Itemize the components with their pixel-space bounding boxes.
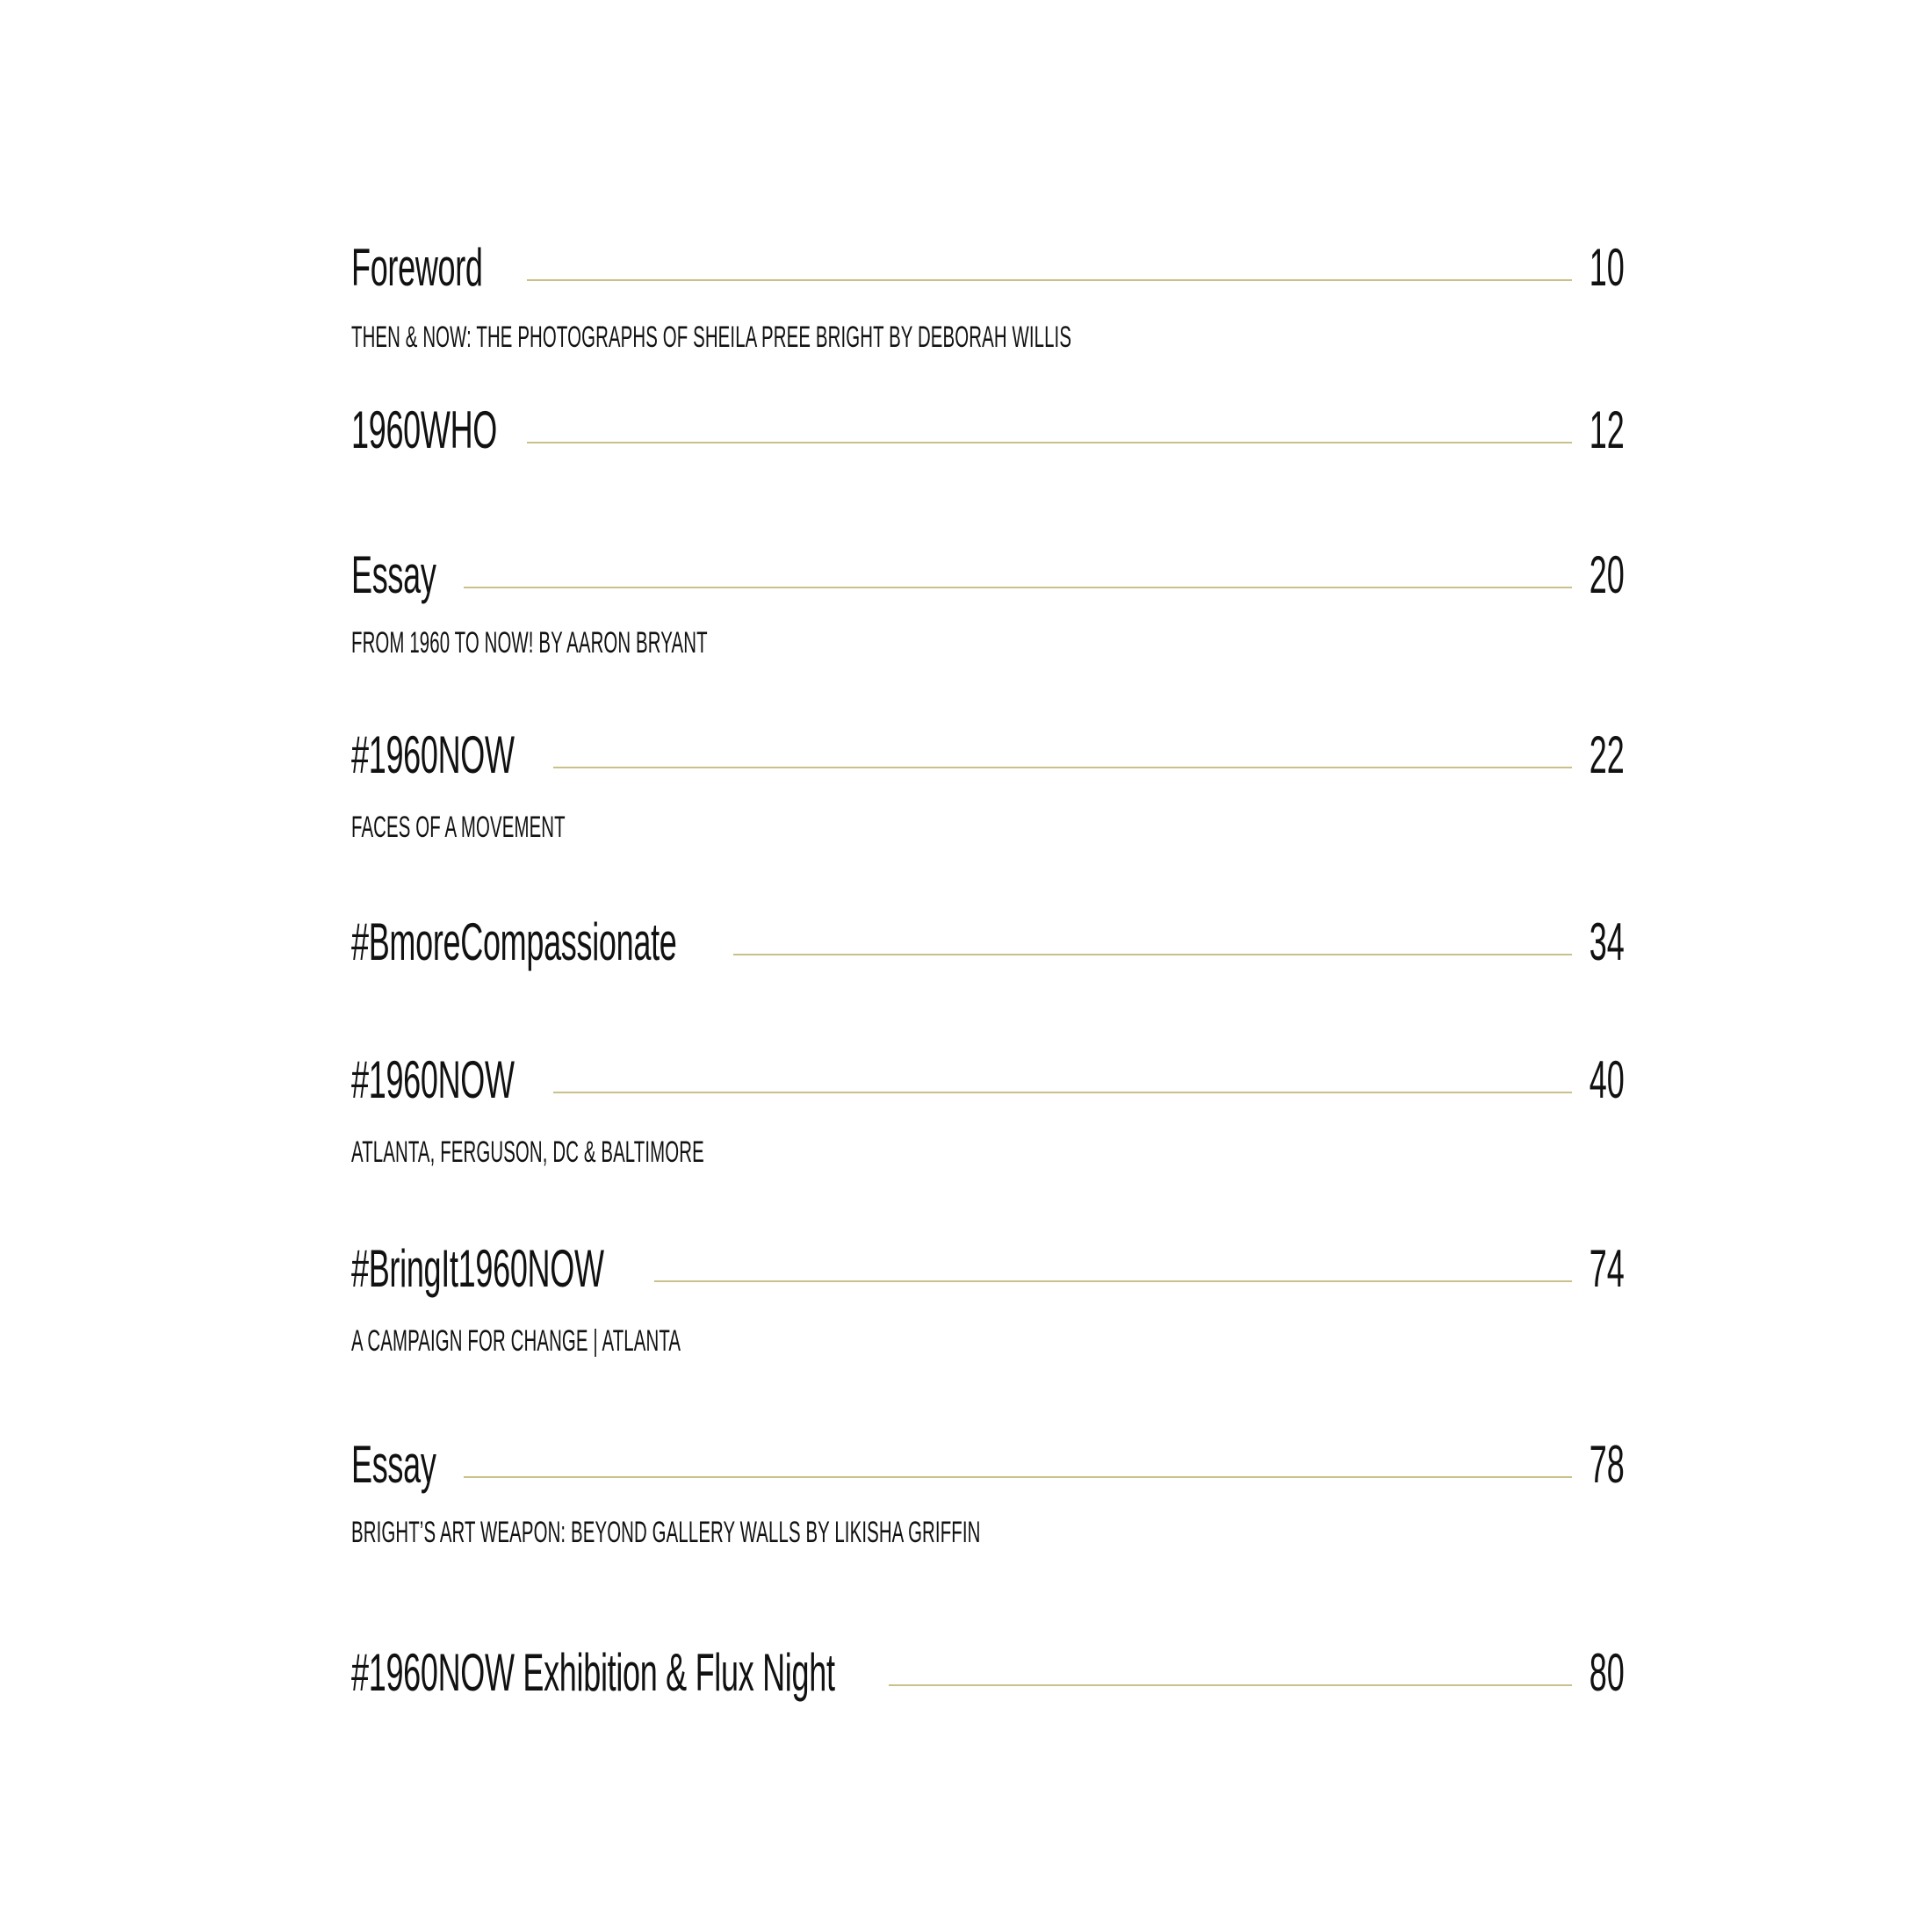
toc-entry-title: #BringIt1960NOW — [351, 1239, 604, 1298]
toc-entry-subtitle: A CAMPAIGN FOR CHANGE | ATLANTA — [351, 1324, 681, 1358]
toc-entry-title: #1960NOW Exhibition & Flux Night — [351, 1643, 835, 1702]
toc-entry-page: 22 — [1589, 725, 1625, 784]
toc-entry-page: 10 — [1589, 238, 1625, 297]
toc-entry-title: Essay — [351, 545, 436, 604]
toc-entry-subtitle: FROM 1960 TO NOW! BY AARON BRYANT — [351, 626, 708, 660]
toc-entry-title: Essay — [351, 1435, 436, 1494]
toc-leader-line — [553, 767, 1572, 768]
toc-entry-page: 78 — [1589, 1435, 1625, 1494]
toc-entry-page: 12 — [1589, 400, 1625, 459]
toc-entry-title: #1960NOW — [351, 1050, 515, 1109]
toc-entry[interactable]: 1960WHO 12 — [351, 386, 1625, 465]
toc-leader-line — [654, 1280, 1572, 1282]
toc-entry[interactable]: Essay 20 FROM 1960 TO NOW! BY AARON BRYA… — [351, 531, 1625, 659]
toc-entry-title: Foreword — [351, 238, 483, 297]
toc-leader-line — [464, 587, 1572, 588]
toc-entry[interactable]: Foreword 10 THEN & NOW: THE PHOTOGRAPHS … — [351, 224, 1625, 353]
toc-entry-subtitle: BRIGHT’S ART WEAPON: BEYOND GALLERY WALL… — [351, 1516, 981, 1549]
toc-entry-page: 74 — [1589, 1239, 1625, 1298]
toc-entry-page: 40 — [1589, 1050, 1625, 1109]
toc-entry-subtitle: FACES OF A MOVEMENT — [351, 811, 566, 844]
toc-entry[interactable]: Essay 78 BRIGHT’S ART WEAPON: BEYOND GAL… — [351, 1421, 1625, 1548]
table-of-contents: Foreword 10 THEN & NOW: THE PHOTOGRAPHS … — [0, 0, 1932, 1932]
toc-leader-line — [464, 1476, 1572, 1478]
toc-entry[interactable]: #1960NOW 40 ATLANTA, FERGUSON, DC & BALT… — [351, 1036, 1625, 1168]
toc-entry-title: #BmoreCompassionate — [351, 912, 677, 971]
toc-leader-line — [527, 279, 1572, 281]
toc-entry-page: 34 — [1589, 912, 1625, 971]
toc-entry[interactable]: #1960NOW Exhibition & Flux Night 80 — [351, 1629, 1625, 1708]
toc-entry-page: 80 — [1589, 1643, 1625, 1702]
toc-leader-line — [527, 442, 1572, 443]
toc-entry-title: 1960WHO — [351, 400, 497, 459]
toc-entry-page: 20 — [1589, 545, 1625, 604]
toc-entry[interactable]: #1960NOW 22 FACES OF A MOVEMENT — [351, 711, 1625, 843]
toc-entry[interactable]: #BringIt1960NOW 74 A CAMPAIGN FOR CHANGE… — [351, 1225, 1625, 1357]
toc-entry-title: #1960NOW — [351, 725, 515, 784]
toc-leader-line — [733, 954, 1572, 955]
toc-leader-line — [889, 1684, 1572, 1686]
toc-entry-subtitle: THEN & NOW: THE PHOTOGRAPHS OF SHEILA PR… — [351, 321, 1072, 354]
toc-entry[interactable]: #BmoreCompassionate 34 — [351, 898, 1625, 977]
toc-leader-line — [553, 1092, 1572, 1093]
toc-entry-subtitle: ATLANTA, FERGUSON, DC & BALTIMORE — [351, 1135, 704, 1169]
